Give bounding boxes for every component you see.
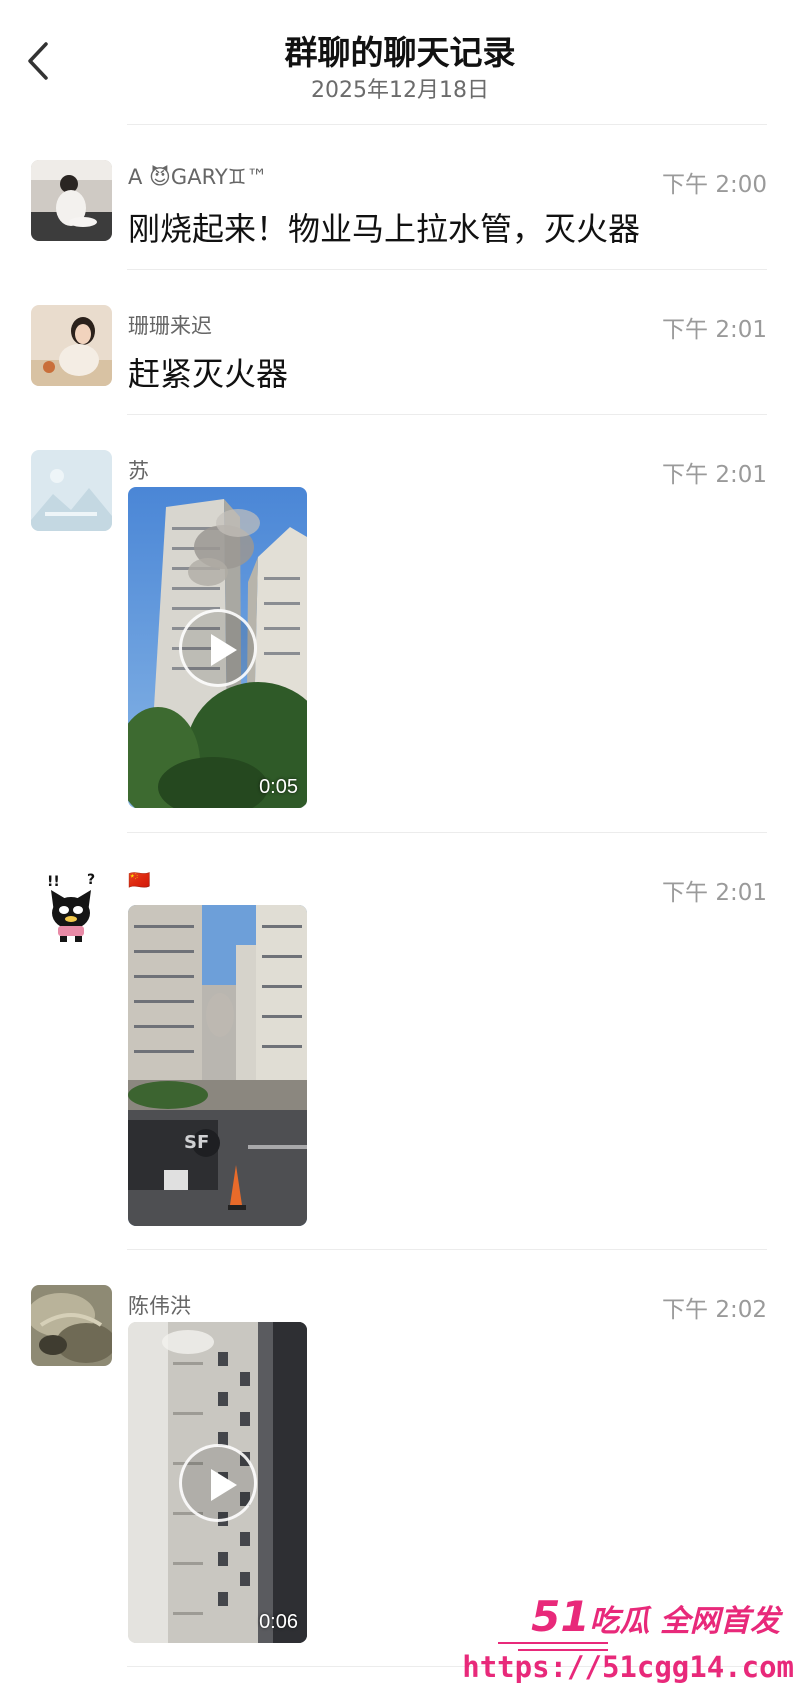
message-text: 赶紧灭火器: [128, 355, 289, 393]
message-time: 下午 2:02: [662, 1297, 767, 1323]
play-icon[interactable]: [178, 1443, 257, 1522]
avatar[interactable]: [31, 1285, 112, 1366]
svg-text:!!: !!: [47, 874, 60, 890]
message-time: 下午 2:01: [662, 462, 767, 488]
sender-name: 🇨🇳: [128, 870, 151, 891]
watermark: 51吃瓜 全网首发 https://51cgg14.com: [462, 1590, 800, 1704]
watermark-brand: 51吃瓜 全网首发: [531, 1592, 780, 1641]
list-item[interactable]: 苏 下午 2:01 0:05: [0, 414, 800, 833]
avatar[interactable]: [31, 160, 112, 241]
page-title: 群聊的聊天记录: [284, 33, 516, 72]
sender-name: A 😈GARY♊™: [128, 165, 268, 189]
watermark-brand-number: 51: [531, 1592, 590, 1641]
video-duration: 0:05: [259, 776, 298, 798]
list-item[interactable]: 珊珊来迟 下午 2:01 赶紧灭火器: [0, 269, 800, 414]
avatar[interactable]: [31, 305, 112, 386]
chat-date: 2025年12月18日: [311, 78, 489, 103]
placeholder-image-icon: [31, 450, 112, 531]
header: 群聊的聊天记录 2025年12月18日: [0, 0, 800, 125]
avatar[interactable]: [31, 450, 112, 531]
sender-name: 珊珊来迟: [128, 314, 212, 338]
video-thumbnail[interactable]: 0:05: [128, 487, 307, 808]
message-time: 下午 2:01: [662, 880, 767, 906]
message-text: 刚烧起来！物业马上拉水管，灭火器: [128, 210, 641, 248]
cartoon-avatar-icon: !! ?: [47, 872, 95, 942]
list-item[interactable]: !! ? 🇨🇳 下午 2:01 SF: [0, 832, 800, 1250]
list-item[interactable]: A 😈GARY♊™ 下午 2:00 刚烧起来！物业马上拉水管，灭火器: [0, 124, 800, 270]
message-time: 下午 2:00: [662, 172, 767, 198]
watermark-brand-text: 吃瓜 全网首发: [589, 1604, 780, 1639]
video-thumbnail[interactable]: SF: [128, 905, 307, 1226]
svg-text:SF: SF: [184, 1132, 209, 1153]
svg-text:?: ?: [87, 872, 95, 888]
play-icon[interactable]: [178, 608, 257, 687]
video-duration: 0:06: [259, 1611, 298, 1633]
message-time: 下午 2:01: [662, 317, 767, 343]
watermark-url: https://51cgg14.com: [462, 1650, 794, 1684]
sender-name: 苏: [128, 459, 149, 483]
avatar[interactable]: !! ?: [31, 868, 112, 949]
video-thumbnail[interactable]: 0:06: [128, 1322, 307, 1643]
sender-name: 陈伟洪: [128, 1294, 191, 1318]
